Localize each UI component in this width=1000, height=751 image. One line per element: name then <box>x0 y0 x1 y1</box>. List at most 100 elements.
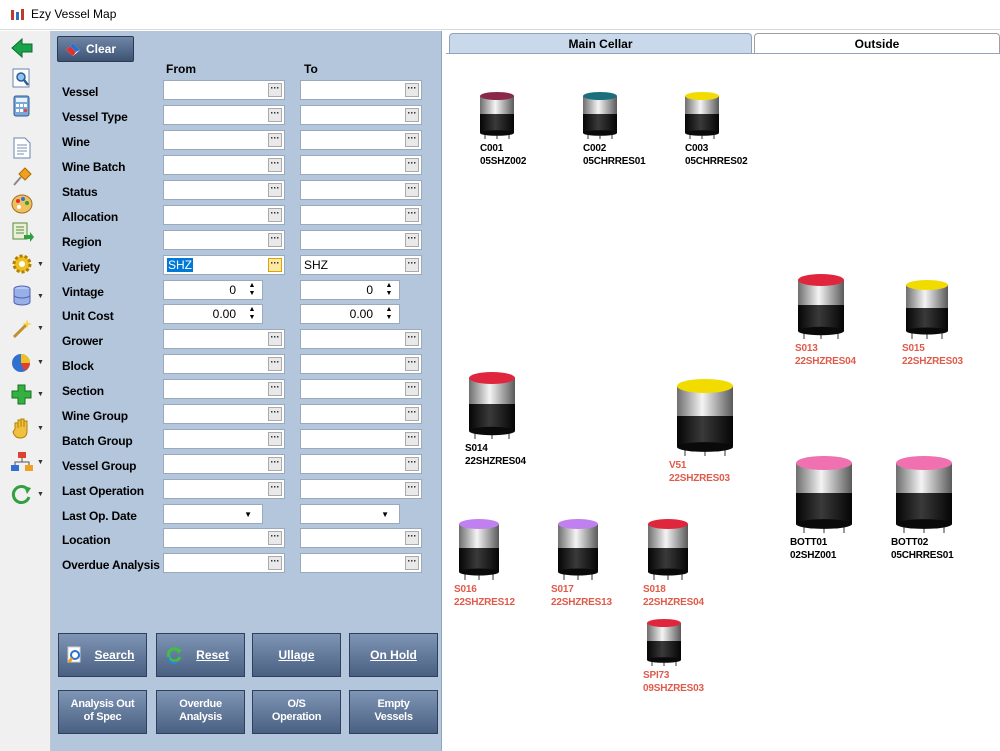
variety-to-field[interactable]: SHZ ··· <box>300 255 422 275</box>
ellipsis-icon[interactable]: ··· <box>268 108 282 122</box>
spinner-arrows-icon[interactable]: ▲ ▼ <box>247 282 257 298</box>
ellipsis-icon[interactable]: ··· <box>405 482 419 496</box>
ellipsis-icon[interactable]: ··· <box>405 183 419 197</box>
vessel-s014[interactable]: S014 22SHZRES04 <box>465 372 526 467</box>
gear-icon[interactable]: ▼ <box>6 251 46 277</box>
ellipsis-icon[interactable]: ··· <box>268 457 282 471</box>
last-op-date-from-field[interactable]: ▼ <box>163 504 263 524</box>
vessel-s017[interactable]: S017 22SHZRES13 <box>551 519 612 608</box>
ellipsis-icon[interactable]: ··· <box>405 83 419 97</box>
ellipsis-icon[interactable]: ··· <box>405 457 419 471</box>
export-icon[interactable] <box>6 219 46 245</box>
spinner-arrows-icon[interactable]: ▲ ▼ <box>384 306 394 322</box>
ellipsis-icon[interactable]: ··· <box>268 482 282 496</box>
overdue-analysis-from-field[interactable]: ··· <box>163 553 285 573</box>
vessel-c003[interactable]: C003 05CHRRES02 <box>685 92 748 167</box>
vessel-c002[interactable]: C002 05CHRRES01 <box>583 92 646 167</box>
hand-icon[interactable]: ▼ <box>6 415 46 441</box>
vessel-group-to-field[interactable]: ··· <box>300 454 422 474</box>
vessel-v51[interactable]: V51 22SHZRES03 <box>669 379 733 484</box>
last-op-date-to-field[interactable]: ▼ <box>300 504 400 524</box>
analysis-out-of-spec-button[interactable]: Analysis Out of Spec <box>58 690 147 734</box>
ellipsis-icon[interactable]: ··· <box>268 556 282 570</box>
tab-outside[interactable]: Outside <box>754 33 1000 53</box>
last-operation-to-field[interactable]: ··· <box>300 479 422 499</box>
ellipsis-icon[interactable]: ··· <box>268 407 282 421</box>
ellipsis-icon[interactable]: ··· <box>405 382 419 396</box>
vessel-s016[interactable]: S016 22SHZRES12 <box>454 519 515 608</box>
block-from-field[interactable]: ··· <box>163 354 285 374</box>
region-from-field[interactable]: ··· <box>163 230 285 250</box>
vintage-from-field[interactable]: 0 ▲ ▼ <box>163 280 263 300</box>
chevron-down-icon[interactable]: ▼ <box>381 510 389 519</box>
back-arrow-icon[interactable] <box>6 35 46 61</box>
vessel-c001[interactable]: C001 05SHZ002 <box>480 92 526 167</box>
ellipsis-icon[interactable]: ··· <box>268 133 282 147</box>
status-from-field[interactable]: ··· <box>163 180 285 200</box>
vessel-from-field[interactable]: ··· <box>163 80 285 100</box>
reset-button[interactable]: Reset <box>156 633 245 677</box>
wand-icon[interactable]: ▼ <box>6 315 46 341</box>
vessel-s015[interactable]: S015 22SHZRES03 <box>902 280 963 367</box>
ellipsis-icon[interactable]: ··· <box>268 233 282 247</box>
pin-icon[interactable] <box>6 163 46 189</box>
vessel-type-from-field[interactable]: ··· <box>163 105 285 125</box>
last-operation-from-field[interactable]: ··· <box>163 479 285 499</box>
region-to-field[interactable]: ··· <box>300 230 422 250</box>
location-from-field[interactable]: ··· <box>163 528 285 548</box>
overdue-analysis-to-field[interactable]: ··· <box>300 553 422 573</box>
os-operation-button[interactable]: O/S Operation <box>252 690 341 734</box>
calculator-icon[interactable] <box>6 93 46 119</box>
grower-to-field[interactable]: ··· <box>300 329 422 349</box>
on-hold-button[interactable]: On Hold <box>349 633 438 677</box>
ellipsis-icon[interactable]: ··· <box>405 258 419 272</box>
unit-cost-from-field[interactable]: 0.00 ▲ ▼ <box>163 304 263 324</box>
wine-group-to-field[interactable]: ··· <box>300 404 422 424</box>
spinner-arrows-icon[interactable]: ▲ ▼ <box>384 282 394 298</box>
vessel-group-from-field[interactable]: ··· <box>163 454 285 474</box>
batch-group-to-field[interactable]: ··· <box>300 429 422 449</box>
ellipsis-icon[interactable]: ··· <box>405 233 419 247</box>
wine-batch-to-field[interactable]: ··· <box>300 155 422 175</box>
search-preview-icon[interactable] <box>6 65 46 91</box>
ellipsis-icon[interactable]: ··· <box>268 357 282 371</box>
ellipsis-icon[interactable]: ··· <box>268 382 282 396</box>
section-to-field[interactable]: ··· <box>300 379 422 399</box>
chart-icon[interactable]: ▼ <box>6 349 46 375</box>
clear-button[interactable]: Clear <box>57 36 134 62</box>
overdue-analysis-button[interactable]: Overdue Analysis <box>156 690 245 734</box>
section-from-field[interactable]: ··· <box>163 379 285 399</box>
ellipsis-icon[interactable]: ··· <box>405 556 419 570</box>
ellipsis-icon[interactable]: ··· <box>405 357 419 371</box>
vessel-type-to-field[interactable]: ··· <box>300 105 422 125</box>
allocation-from-field[interactable]: ··· <box>163 205 285 225</box>
ellipsis-icon[interactable]: ··· <box>268 208 282 222</box>
empty-vessels-button[interactable]: Empty Vessels <box>349 690 438 734</box>
vessel-s013[interactable]: S013 22SHZRES04 <box>795 274 856 367</box>
ullage-button[interactable]: Ullage <box>252 633 341 677</box>
ellipsis-icon[interactable]: ··· <box>405 108 419 122</box>
search-button[interactable]: Search <box>58 633 147 677</box>
document-icon[interactable] <box>6 135 46 161</box>
palette-icon[interactable] <box>6 191 46 217</box>
grower-from-field[interactable]: ··· <box>163 329 285 349</box>
vintage-to-field[interactable]: 0 ▲ ▼ <box>300 280 400 300</box>
ellipsis-icon[interactable]: ··· <box>405 531 419 545</box>
ellipsis-icon[interactable]: ··· <box>405 158 419 172</box>
ellipsis-icon[interactable]: ··· <box>268 432 282 446</box>
variety-from-field[interactable]: SHZ ··· <box>163 255 285 275</box>
ellipsis-icon[interactable]: ··· <box>268 183 282 197</box>
ellipsis-icon[interactable]: ··· <box>405 332 419 346</box>
refresh-icon[interactable]: ▼ <box>6 481 46 507</box>
vessel-bott02[interactable]: BOTT02 05CHRRES01 <box>891 456 954 561</box>
ellipsis-icon[interactable]: ··· <box>268 531 282 545</box>
vessel-s018[interactable]: S018 22SHZRES04 <box>643 519 704 608</box>
status-to-field[interactable]: ··· <box>300 180 422 200</box>
ellipsis-icon[interactable]: ··· <box>405 133 419 147</box>
tab-main-cellar[interactable]: Main Cellar <box>449 33 752 53</box>
add-icon[interactable]: ▼ <box>6 381 46 407</box>
ellipsis-icon[interactable]: ··· <box>405 432 419 446</box>
wine-group-from-field[interactable]: ··· <box>163 404 285 424</box>
wine-to-field[interactable]: ··· <box>300 130 422 150</box>
spinner-arrows-icon[interactable]: ▲ ▼ <box>247 306 257 322</box>
